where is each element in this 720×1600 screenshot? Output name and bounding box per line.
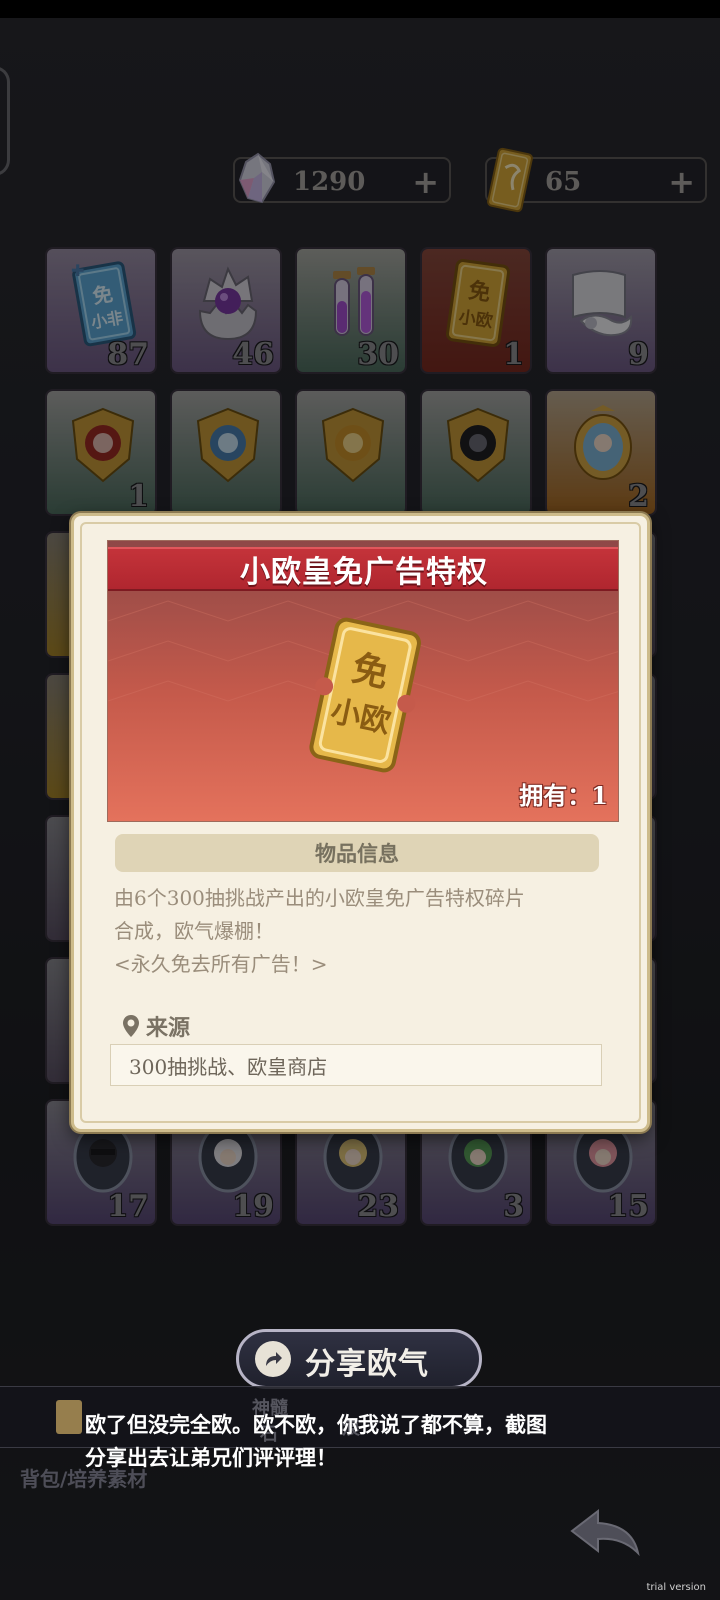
description-line: <永久免去所有广告！>: [114, 952, 328, 976]
share-hint-text: 欧了但没完全欧。欧不欧，你我说了都不算，截图 分享出去让弟兄们评评理！: [85, 1408, 645, 1474]
location-pin-icon: [122, 1015, 140, 1037]
golden-ad-free-ticket-icon: 免 小欧: [295, 611, 435, 781]
source-value: 300抽挑战、欧皇商店: [129, 1054, 328, 1079]
item-info-header: 物品信息: [115, 834, 599, 872]
item-info-header-label: 物品信息: [315, 841, 399, 866]
description-line: 合成，欧气爆棚！: [114, 919, 274, 943]
back-arrow-icon[interactable]: [568, 1505, 644, 1561]
hint-line: 欧了但没完全欧。欧不欧，你我说了都不算，截图: [85, 1412, 547, 1437]
hint-line: 分享出去让弟兄们评评理！: [85, 1445, 337, 1470]
source-label-text: 来源: [146, 1015, 191, 1041]
description-line: 由6个300抽挑战产出的小欧皇免广告特权碎片: [114, 886, 525, 910]
share-luck-button[interactable]: 分享欧气: [236, 1329, 482, 1389]
item-description: 由6个300抽挑战产出的小欧皇免广告特权碎片 合成，欧气爆棚！ <永久免去所有广…: [114, 882, 614, 981]
item-detail-dialog: 小欧皇免广告特权 免 小欧 拥有：1 物品信息 由6个300抽挑战产出的小欧皇免…: [71, 513, 650, 1132]
dialog-title-bar: 小欧皇免广告特权: [108, 547, 618, 591]
share-arrow-icon: [255, 1341, 291, 1377]
share-button-label: 分享欧气: [305, 1347, 429, 1382]
source-section-label: 来源: [122, 1010, 190, 1042]
owned-count: 拥有：1: [519, 781, 608, 810]
scroll-icon: [54, 1398, 84, 1438]
dialog-title: 小欧皇免广告特权: [240, 555, 488, 590]
bag-breadcrumb: 背包/培养素材: [20, 1467, 148, 1491]
item-banner: 小欧皇免广告特权 免 小欧 拥有：1: [107, 540, 619, 822]
source-value-box: 300抽挑战、欧皇商店: [110, 1044, 602, 1086]
status-bar: [0, 0, 720, 18]
trial-watermark: trial version: [646, 1582, 706, 1593]
